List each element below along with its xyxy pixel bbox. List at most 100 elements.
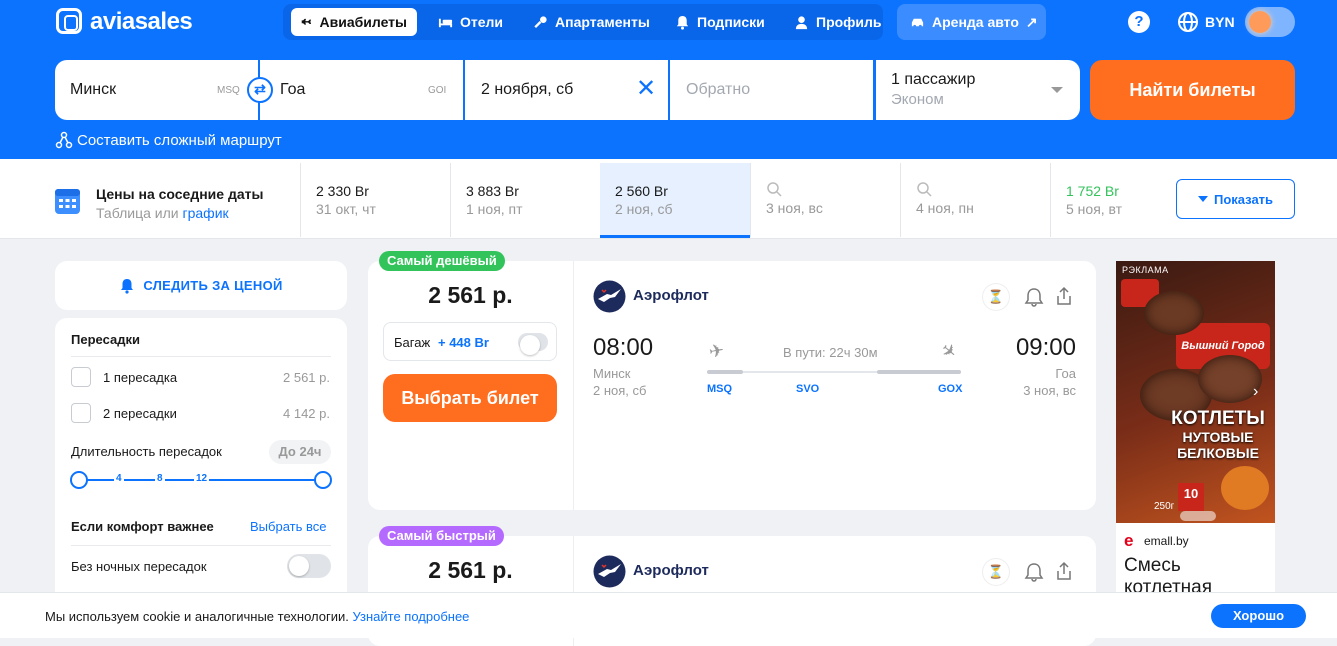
baggage-option[interactable]: Багаж + 448 Br: [383, 322, 557, 361]
destination-value: Гоа: [280, 81, 306, 98]
complex-route-link[interactable]: Составить сложный маршрут: [55, 131, 282, 149]
share-icon[interactable]: [1053, 285, 1075, 307]
search-icon: [917, 182, 932, 197]
bell-icon[interactable]: [1023, 286, 1045, 308]
slider-handle-max[interactable]: [314, 471, 332, 489]
return-date-field[interactable]: Обратно: [670, 60, 873, 120]
slider-tick: 8: [155, 473, 165, 484]
passengers-field[interactable]: 1 пассажир Эконом: [876, 60, 1080, 120]
cookie-accept-button[interactable]: Хорошо: [1211, 604, 1306, 628]
two-transfers-checkbox[interactable]: [71, 403, 91, 423]
header: aviasales Авиабилеты Отели Апартаменты П…: [0, 0, 1337, 159]
currency-label[interactable]: BYN: [1205, 14, 1235, 30]
bell-icon[interactable]: [1023, 561, 1045, 583]
car-rental-link[interactable]: Аренда авто ↗: [900, 8, 1048, 36]
bed-icon: [438, 18, 453, 27]
one-transfer-price: 2 561 р.: [283, 370, 330, 385]
date-cell-2-nov-selected[interactable]: 2 560 Br 2 ноя, сб: [600, 163, 750, 238]
date-price: 2 560 Br: [615, 183, 668, 199]
nav-flights-label: Авиабилеты: [319, 14, 408, 30]
chevron-down-icon: [1051, 87, 1063, 93]
search-button[interactable]: Найти билеты: [1090, 60, 1295, 120]
landing-icon: ✈: [936, 338, 962, 364]
clear-date-icon[interactable]: ✕: [636, 76, 656, 102]
share-icon[interactable]: [1053, 560, 1075, 582]
date-label: 2 ноя, сб: [615, 201, 673, 217]
nearby-dates-links: Таблица или график: [96, 205, 229, 221]
follow-price-label: СЛЕДИТЬ ЗА ЦЕНОЙ: [143, 278, 283, 293]
key-icon: [534, 15, 547, 28]
show-dates-button[interactable]: Показать: [1176, 179, 1295, 219]
date-label: 31 окт, чт: [316, 201, 376, 217]
cookie-text-row: Мы используем cookie и аналогичные техно…: [45, 609, 469, 624]
one-transfer-checkbox[interactable]: [71, 367, 91, 387]
cookie-learn-more-link[interactable]: Узнайте подробнее: [352, 609, 469, 624]
two-transfers-price: 4 142 р.: [283, 406, 330, 421]
emall-logo-icon: e: [1124, 531, 1134, 550]
date-cell-3-nov[interactable]: 3 ноя, вс: [750, 163, 900, 237]
logo-text[interactable]: aviasales: [90, 8, 193, 36]
date-price: 3 883 Br: [466, 183, 519, 199]
slider-tick: 4: [114, 473, 124, 484]
select-all-link[interactable]: Выбрать все: [250, 519, 326, 534]
date-label: 3 ноя, вс: [766, 200, 823, 216]
nav-hotels-label: Отели: [460, 14, 504, 30]
nav-subscriptions[interactable]: Подписки: [665, 8, 775, 36]
fastest-badge: Самый быстрый: [379, 526, 504, 546]
date-cell-4-nov[interactable]: 4 ноя, пн: [900, 163, 1050, 237]
choose-ticket-button[interactable]: Выбрать билет: [383, 374, 557, 422]
date-label: 4 ноя, пн: [916, 200, 974, 216]
ticket-card[interactable]: 2 561 р. Багаж + 448 Br Выбрать билет Аэ…: [368, 261, 1096, 510]
theme-toggle[interactable]: [1245, 7, 1295, 37]
nav-subscriptions-label: Подписки: [697, 14, 765, 30]
airline-name: Аэрофлот: [633, 287, 709, 304]
bell-icon: [676, 15, 689, 30]
help-button[interactable]: ?: [1128, 11, 1150, 33]
date-cell-1-nov[interactable]: 3 883 Br 1 ноя, пт: [450, 163, 600, 237]
origin-code: MSQ: [217, 85, 240, 96]
caret-down-icon: [1197, 196, 1208, 202]
cabin-class: Эконом: [891, 91, 944, 108]
aviasales-logo-icon[interactable]: [56, 8, 82, 34]
nav-apartments[interactable]: Апартаменты: [523, 8, 660, 36]
nav-hotels[interactable]: Отели: [428, 8, 513, 36]
airline-name: Аэрофлот: [633, 562, 709, 579]
ad-banner[interactable]: РЭКЛАМА Вышний Город КОТЛЕТЫ НУТОВЫЕ БЕЛ…: [1116, 261, 1275, 601]
slider-handle-min[interactable]: [70, 471, 88, 489]
graph-link[interactable]: график: [183, 205, 229, 221]
destination-field[interactable]: Гоа GOI: [260, 60, 463, 120]
globe-icon[interactable]: [1177, 11, 1199, 33]
return-date-placeholder: Обратно: [686, 81, 751, 98]
follow-price-button[interactable]: СЛЕДИТЬ ЗА ЦЕНОЙ: [55, 261, 347, 310]
cookie-text: Мы используем cookie и аналогичные техно…: [45, 609, 349, 624]
plane-icon: [301, 18, 312, 25]
destination-code: GOI: [428, 85, 447, 96]
date-cell-31-oct[interactable]: 2 330 Br 31 окт, чт: [300, 163, 450, 237]
carousel-next-icon[interactable]: ›: [1253, 383, 1258, 401]
baggage-toggle[interactable]: [518, 333, 548, 355]
one-transfer-label: 1 пересадка: [103, 370, 178, 385]
date-price: 2 330 Br: [316, 183, 369, 199]
two-transfers-label: 2 пересадки: [103, 406, 177, 421]
route-code: SVO: [796, 383, 820, 395]
nav-profile[interactable]: Профиль: [784, 8, 892, 36]
show-dates-label: Показать: [1213, 191, 1274, 207]
pumpkin-image: [1221, 466, 1269, 510]
depart-date-field[interactable]: 2 ноября, сб ✕: [465, 60, 668, 120]
bell-icon: [121, 278, 134, 294]
route-segment: [877, 370, 961, 374]
origin-value: Минск: [70, 81, 117, 98]
product-name: КОТЛЕТЫ: [1171, 408, 1265, 429]
carousel-dots[interactable]: [1180, 511, 1216, 521]
product-subtitle: БЕЛКОВЫЕ: [1177, 445, 1259, 461]
takeoff-icon: ✈: [707, 339, 726, 363]
calendar-icon: [55, 189, 80, 214]
origin-field[interactable]: Минск MSQ: [55, 60, 258, 120]
table-link[interactable]: Таблица: [96, 205, 151, 221]
swap-icon[interactable]: ⇄: [247, 77, 273, 103]
patty-image: [1144, 291, 1204, 335]
no-night-transfers-toggle[interactable]: [287, 554, 331, 578]
passengers-count: 1 пассажир: [891, 71, 976, 88]
nav-flights[interactable]: Авиабилеты: [291, 8, 417, 36]
hourglass-icon: ⏳: [983, 284, 1009, 310]
